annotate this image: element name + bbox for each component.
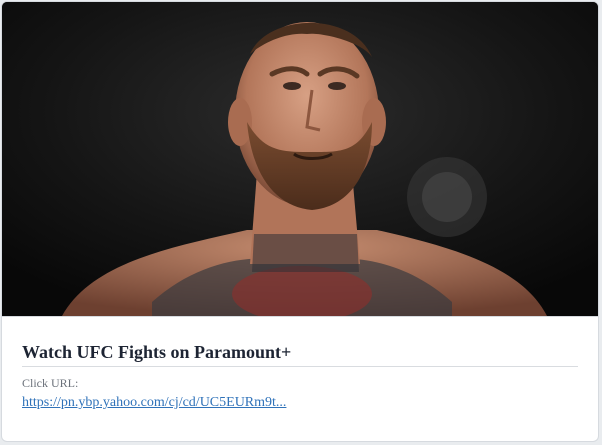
hero-image (2, 2, 598, 317)
ad-card: Watch UFC Fights on Paramount+ Click URL… (1, 1, 599, 442)
click-url-link[interactable]: https://pn.ybp.yahoo.com/cj/cd/UC5EURm9t… (22, 394, 286, 412)
card-title: Watch UFC Fights on Paramount+ (22, 340, 578, 367)
card-body: Watch UFC Fights on Paramount+ Click URL… (22, 340, 578, 412)
fighter-photo (2, 2, 598, 316)
click-url-label: Click URL: (22, 376, 79, 390)
